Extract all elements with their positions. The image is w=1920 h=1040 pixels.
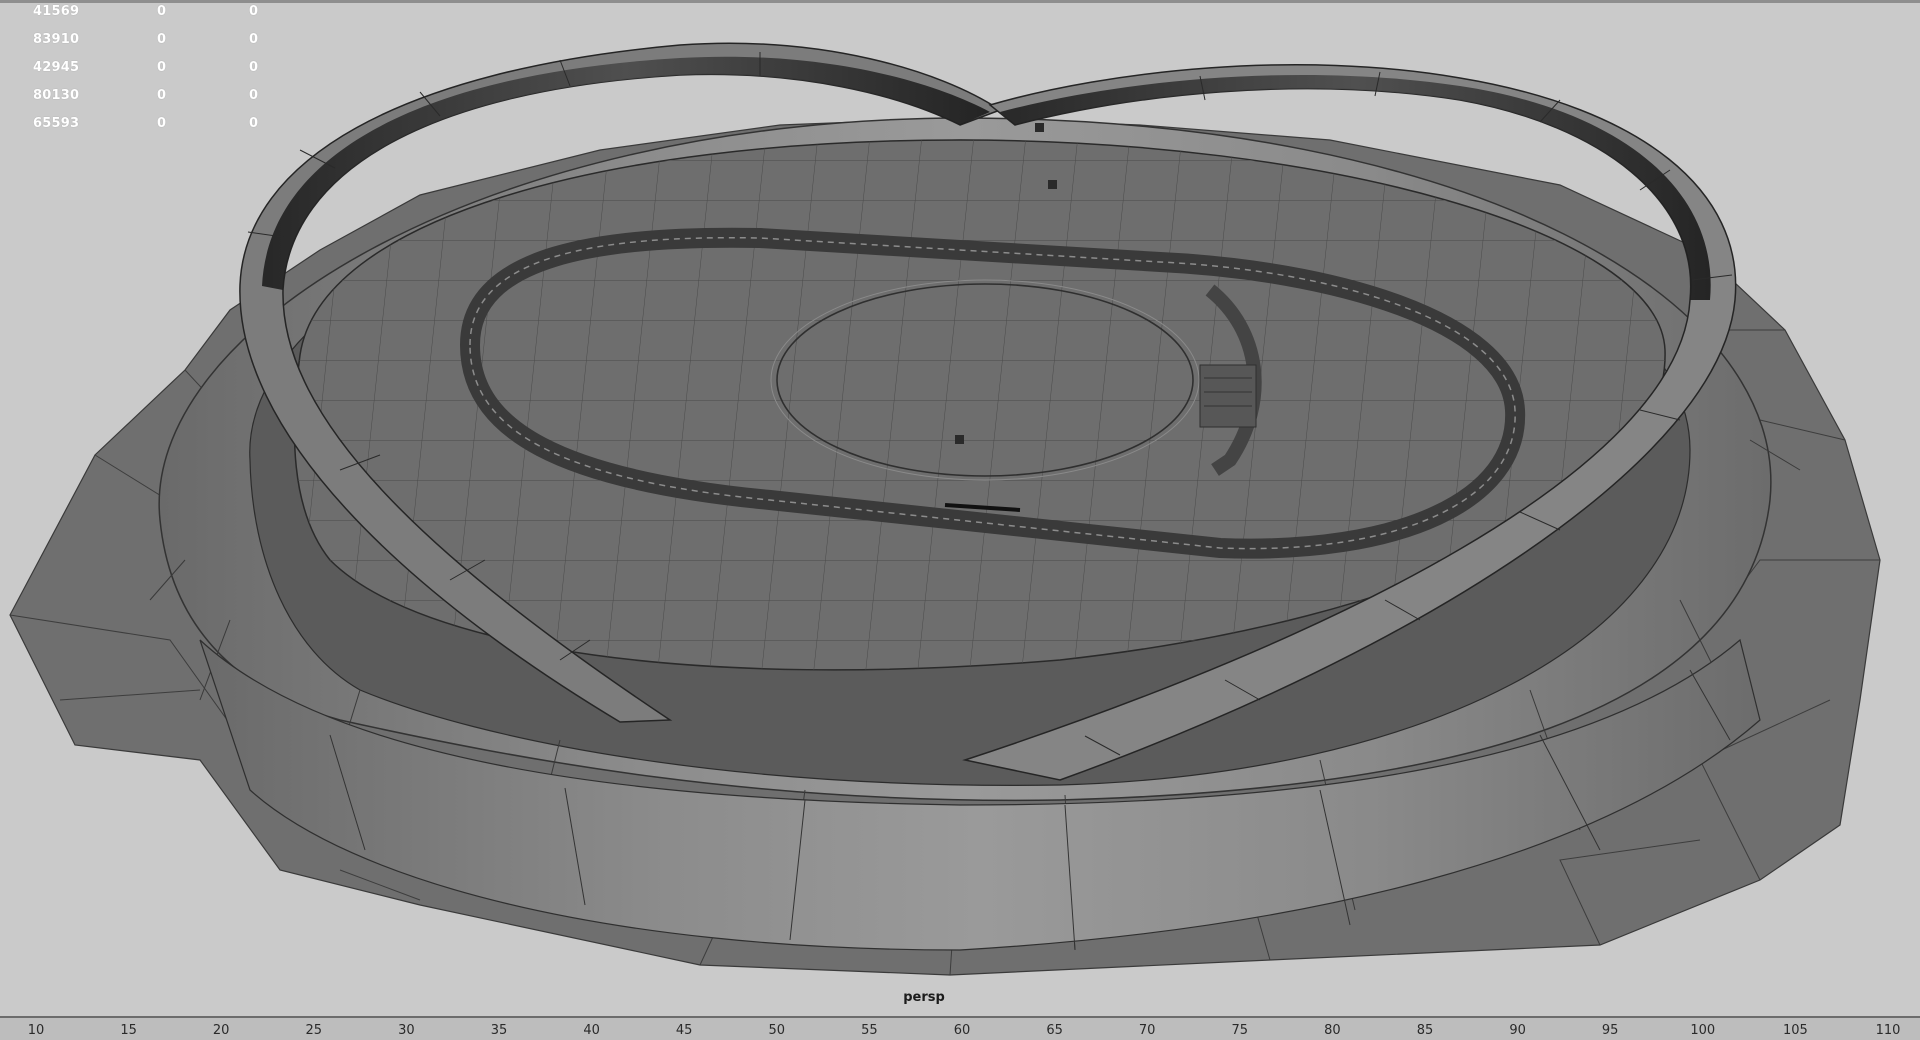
timeline-tick-label: 45 xyxy=(675,1023,693,1038)
hud-value: 80130 xyxy=(33,88,80,103)
hud-value: 0 xyxy=(249,32,259,47)
timeline-tick-label: 60 xyxy=(953,1023,971,1038)
camera-name-label: persp xyxy=(903,990,945,1005)
timeline-tick-label: 10 xyxy=(27,1023,45,1038)
hud-value: 65593 xyxy=(33,116,80,131)
hud-value: 0 xyxy=(157,32,167,47)
perspective-viewport[interactable]: 41569 0 0 83910 0 0 42945 0 0 80130 0 0 … xyxy=(0,0,1920,1016)
hud-row: 80130 0 0 xyxy=(0,88,300,116)
hud-value: 0 xyxy=(157,116,167,131)
hud-value: 0 xyxy=(157,88,167,103)
timeline-tick-label: 20 xyxy=(212,1023,230,1038)
hud-value: 41569 xyxy=(33,4,80,19)
hud-value: 0 xyxy=(157,4,167,19)
timeline-tick-label: 15 xyxy=(120,1023,137,1038)
timeline-tick-label: 110 xyxy=(1875,1023,1901,1038)
hud-row: 41569 0 0 xyxy=(0,4,300,32)
hud-value: 0 xyxy=(249,116,259,131)
timeline-tick-label: 35 xyxy=(490,1023,508,1038)
hud-readout: 41569 0 0 83910 0 0 42945 0 0 80130 0 0 … xyxy=(0,4,300,144)
hud-value: 42945 xyxy=(33,60,80,75)
timeline-tick-label: 55 xyxy=(861,1023,878,1038)
timeline-tick-label: 65 xyxy=(1046,1023,1063,1038)
timeline-tick-label: 50 xyxy=(768,1023,786,1038)
timeline-tick-label: 105 xyxy=(1782,1023,1808,1038)
hud-value: 0 xyxy=(249,60,259,75)
timeline-tick-label: 85 xyxy=(1416,1023,1434,1038)
timeline-tick-label: 90 xyxy=(1509,1023,1526,1038)
timeline-tick-label: 75 xyxy=(1231,1023,1249,1038)
timeline-tick-label: 25 xyxy=(305,1023,323,1038)
timeline-tick-label: 100 xyxy=(1690,1023,1716,1038)
stadium-mesh-render[interactable] xyxy=(0,0,1920,1016)
time-slider[interactable]: 10 15 20 25 30 35 40 45 50 55 60 65 70 75 80 85 90 95 100 1… xyxy=(0,1016,1920,1040)
hud-row: 83910 0 0 xyxy=(0,32,300,60)
timeline-tick-label: 70 xyxy=(1138,1023,1156,1038)
hud-value: 0 xyxy=(249,4,259,19)
hud-value: 83910 xyxy=(33,32,80,47)
timeline-tick-label: 95 xyxy=(1601,1023,1619,1038)
timeline-tick-label: 80 xyxy=(1324,1023,1341,1038)
timeline-tick-label: 40 xyxy=(583,1023,600,1038)
timeline-tick-label: 30 xyxy=(398,1023,415,1038)
hud-value: 0 xyxy=(157,60,167,75)
hud-value: 0 xyxy=(249,88,259,103)
hud-row: 65593 0 0 xyxy=(0,116,300,144)
hud-row: 42945 0 0 xyxy=(0,60,300,88)
